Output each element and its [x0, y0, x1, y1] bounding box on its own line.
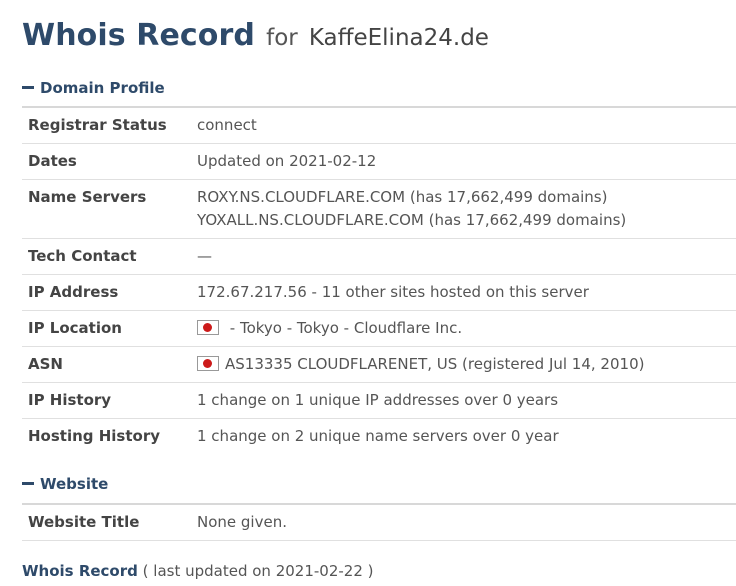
- table-row-ip-address: IP Address 172.67.217.56 - 11 other site…: [22, 275, 736, 311]
- table-row-tech-contact: Tech Contact —: [22, 239, 736, 275]
- row-value: —: [197, 247, 212, 265]
- table-row-ip-location: IP Location - Tokyo - Tokyo - Cloudflare…: [22, 311, 736, 347]
- table-row-name-servers: Name Servers ROXY.NS.CLOUDFLARE.COM (has…: [22, 180, 736, 239]
- section-heading-domain-profile: Domain Profile: [40, 79, 165, 97]
- name-server-1[interactable]: ROXY.NS.CLOUDFLARE.COM: [197, 188, 405, 206]
- row-value: AS13335 CLOUDFLARENET, US (registered Ju…: [197, 353, 644, 376]
- row-label: Dates: [28, 152, 77, 170]
- table-row-registrar-status: Registrar Status connect: [22, 108, 736, 144]
- row-label: Registrar Status: [28, 116, 167, 134]
- table-row-ip-history: IP History 1 change on 1 unique IP addre…: [22, 383, 736, 419]
- collapse-icon: [22, 85, 34, 89]
- row-value-name-servers: ROXY.NS.CLOUDFLARE.COM (has 17,662,499 d…: [197, 186, 626, 232]
- japan-flag-icon: [197, 320, 219, 335]
- row-label: Website Title: [28, 513, 140, 531]
- asn-text: AS13335 CLOUDFLARENET, US (registered Ju…: [225, 355, 645, 373]
- page-title: Whois Record for KaffeElina24.de: [22, 14, 489, 58]
- row-value: Updated on 2021-02-12: [197, 152, 377, 170]
- last-updated-note: ( last updated on 2021-02-22 ): [142, 562, 374, 580]
- row-value: - Tokyo - Tokyo - Cloudflare Inc.: [197, 317, 462, 340]
- section-toggle-website[interactable]: Website: [22, 473, 736, 495]
- page-title-for: for: [266, 25, 298, 51]
- row-value: connect: [197, 116, 257, 134]
- row-label: Hosting History: [28, 427, 161, 445]
- ip-location-text: - Tokyo - Tokyo - Cloudflare Inc.: [225, 319, 463, 337]
- row-value-ip-history[interactable]: 1 change on 1 unique IP addresses over 0…: [197, 389, 558, 412]
- table-row-hosting-history: Hosting History 1 change on 2 unique nam…: [22, 419, 736, 454]
- row-value: None given.: [197, 513, 287, 531]
- table-row-website-title: Website Title None given.: [22, 505, 736, 541]
- row-value-ip-address[interactable]: 172.67.217.56 - 11 other sites hosted on…: [197, 281, 589, 304]
- name-server-2[interactable]: YOXALL.NS.CLOUDFLARE.COM: [197, 211, 424, 229]
- collapse-icon: [22, 481, 34, 485]
- section-toggle-domain-profile[interactable]: Domain Profile: [22, 77, 736, 99]
- row-label: Tech Contact: [28, 247, 137, 265]
- whois-record-footer: Whois Record ( last updated on 2021-02-2…: [22, 560, 374, 582]
- page-title-domain: KaffeElina24.de: [308, 25, 489, 51]
- row-value-hosting-history[interactable]: 1 change on 2 unique name servers over 0…: [197, 425, 559, 448]
- page-title-main: Whois Record: [22, 18, 255, 53]
- name-server-2-note: (has 17,662,499 domains): [428, 211, 627, 229]
- section-heading-website: Website: [40, 475, 109, 493]
- row-label: IP Address: [28, 283, 119, 301]
- row-label: IP History: [28, 391, 112, 409]
- name-server-1-note: (has 17,662,499 domains): [409, 188, 608, 206]
- whois-record-link[interactable]: Whois Record: [22, 562, 138, 580]
- japan-flag-icon: [197, 356, 219, 371]
- table-row-asn: ASN AS13335 CLOUDFLARENET, US (registere…: [22, 347, 736, 383]
- row-label: Name Servers: [28, 188, 147, 206]
- table-row-dates: Dates Updated on 2021-02-12: [22, 144, 736, 180]
- row-label: IP Location: [28, 319, 122, 337]
- row-label: ASN: [28, 355, 63, 373]
